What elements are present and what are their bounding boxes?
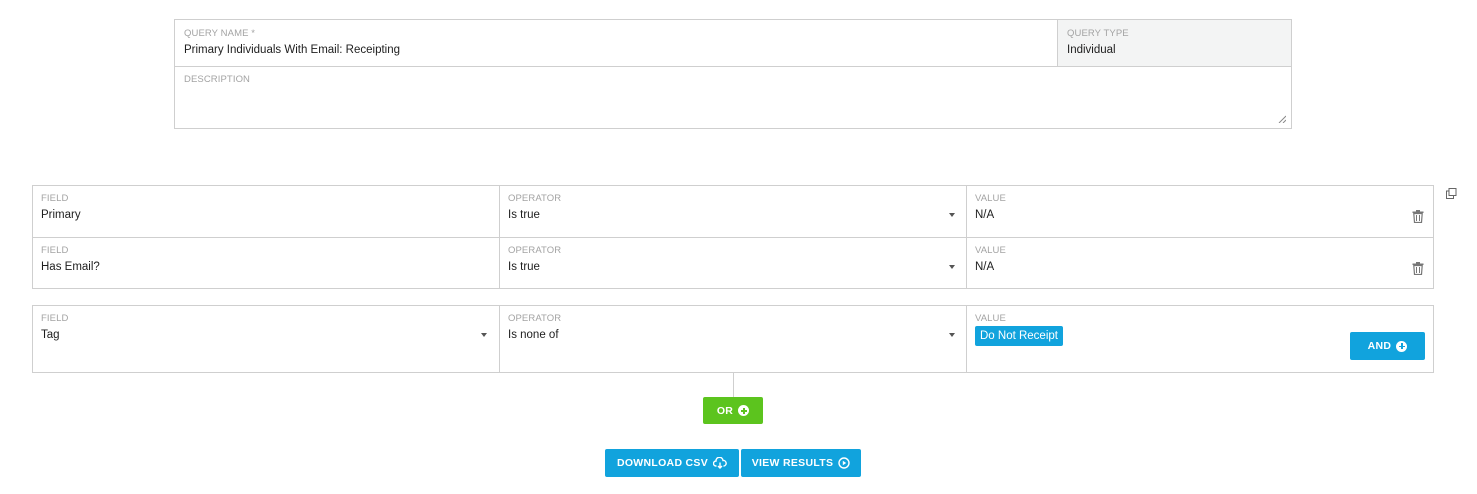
resize-handle-icon[interactable]: [1278, 115, 1286, 123]
query-header: QUERY NAME * Primary Individuals With Em…: [174, 19, 1292, 129]
value-label: VALUE: [975, 313, 1006, 324]
criteria-row: FIELD Primary OPERATOR Is true VALUE N/A: [32, 185, 1434, 238]
download-csv-label: DOWNLOAD CSV: [616, 457, 709, 469]
download-csv-button[interactable]: DOWNLOAD CSV: [605, 449, 739, 477]
query-type-field: QUERY TYPE Individual: [1058, 20, 1291, 67]
operator-label: OPERATOR: [508, 245, 562, 256]
operator-select[interactable]: OPERATOR Is true: [500, 238, 967, 288]
caret-down-icon: [949, 333, 955, 337]
description-field[interactable]: DESCRIPTION: [175, 67, 1291, 128]
plus-circle-icon: [738, 405, 750, 416]
or-button[interactable]: OR: [703, 397, 763, 424]
view-results-label: VIEW RESULTS: [751, 457, 834, 469]
play-circle-icon: [838, 457, 850, 469]
caret-down-icon: [481, 333, 487, 337]
cloud-download-icon: [713, 457, 727, 469]
operator-label: OPERATOR: [508, 313, 562, 324]
operator-value: Is none of: [508, 329, 559, 341]
query-type-value: Individual: [1067, 44, 1116, 56]
value-value: N/A: [975, 261, 995, 273]
operator-select[interactable]: OPERATOR Is none of: [500, 306, 967, 372]
value-label: VALUE: [975, 245, 1006, 256]
criteria-row: FIELD Has Email? OPERATOR Is true VALUE …: [32, 237, 1434, 289]
connector-line: [733, 373, 734, 397]
value-label: VALUE: [975, 193, 1006, 204]
view-results-button[interactable]: VIEW RESULTS: [741, 449, 861, 477]
field-value: Tag: [41, 329, 60, 341]
field-label: FIELD: [41, 245, 69, 256]
trash-icon[interactable]: [1412, 210, 1424, 223]
operator-select[interactable]: OPERATOR Is true: [500, 186, 967, 237]
query-name-label: QUERY NAME *: [184, 28, 256, 39]
query-name-input[interactable]: Primary Individuals With Email: Receipti…: [184, 44, 1048, 56]
or-label: OR: [716, 404, 734, 417]
copy-icon[interactable]: [1446, 188, 1457, 199]
value-value: N/A: [975, 209, 995, 221]
query-type-label: QUERY TYPE: [1067, 28, 1129, 39]
operator-value: Is true: [508, 261, 540, 273]
value-field: VALUE N/A: [967, 186, 1433, 237]
and-label: AND: [1367, 340, 1392, 352]
field-value: Has Email?: [41, 261, 100, 273]
description-label: DESCRIPTION: [184, 74, 251, 85]
operator-label: OPERATOR: [508, 193, 562, 204]
operator-value: Is true: [508, 209, 540, 221]
trash-icon[interactable]: [1412, 262, 1424, 275]
criteria-row: FIELD Tag OPERATOR Is none of VALUE Do N…: [32, 305, 1434, 373]
field-label: FIELD: [41, 193, 69, 204]
caret-down-icon: [949, 265, 955, 269]
caret-down-icon: [949, 213, 955, 217]
and-button[interactable]: AND: [1350, 332, 1425, 360]
field-select[interactable]: FIELD Tag: [33, 306, 500, 372]
field-select[interactable]: FIELD Primary: [33, 186, 500, 237]
value-field: VALUE N/A: [967, 238, 1433, 288]
query-name-field[interactable]: QUERY NAME * Primary Individuals With Em…: [175, 20, 1058, 67]
plus-circle-icon: [1396, 340, 1408, 352]
field-select[interactable]: FIELD Has Email?: [33, 238, 500, 288]
field-label: FIELD: [41, 313, 69, 324]
tag-chip[interactable]: Do Not Receipt: [975, 326, 1063, 346]
field-value: Primary: [41, 209, 81, 221]
